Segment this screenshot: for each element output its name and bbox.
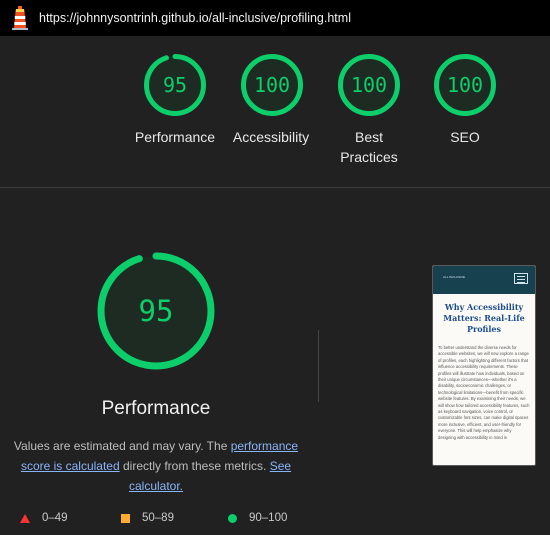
orange-square-icon <box>121 513 130 523</box>
performance-note: Values are estimated and may vary. The p… <box>8 436 304 496</box>
thumbnail-body-text: To better understand the diverse needs f… <box>438 345 530 440</box>
thumbnail-logo: ALL INCLUSIVE <box>443 275 465 279</box>
section-divider <box>0 187 550 188</box>
seo-gauge[interactable]: 100 <box>433 53 497 117</box>
performance-label: Performance <box>134 129 216 145</box>
hamburger-menu-icon <box>514 273 528 284</box>
best-practices-gauge[interactable]: 100 <box>337 53 401 117</box>
legend-fail-range: 0–49 <box>42 512 68 524</box>
accessibility-label: Accessibility <box>232 129 310 145</box>
legend-fail: 0–49 <box>20 512 68 524</box>
legend-average: 50–89 <box>121 512 174 524</box>
legend-average-range: 50–89 <box>142 512 174 524</box>
vertical-divider <box>318 330 319 402</box>
legend-pass-range: 90–100 <box>249 512 288 524</box>
green-circle-icon <box>228 513 237 523</box>
score-legend: 0–49 50–89 90–100 <box>0 512 320 530</box>
lighthouse-icon <box>12 6 28 30</box>
performance-gauge[interactable]: 95 <box>143 53 207 117</box>
thumbnail-header: ALL INCLUSIVE <box>433 266 535 294</box>
performance-large-gauge: 95 <box>97 252 215 370</box>
performance-title: Performance <box>101 398 211 419</box>
address-bar: https://johnnysontrinh.github.io/all-inc… <box>0 0 550 36</box>
performance-large-score: 95 <box>139 294 174 328</box>
red-triangle-icon <box>20 513 30 523</box>
best-practices-score: 100 <box>351 73 387 97</box>
thumbnail-heading: Why Accessibility Matters: Real-Life Pro… <box>443 302 525 334</box>
page-url[interactable]: https://johnnysontrinh.github.io/all-inc… <box>39 11 351 25</box>
note-text-middle: directly from these metrics. <box>119 459 270 473</box>
accessibility-gauge[interactable]: 100 <box>240 53 304 117</box>
best-practices-label: Best Practices <box>340 129 398 165</box>
performance-score: 95 <box>163 73 187 97</box>
page-screenshot-thumbnail[interactable]: ALL INCLUSIVE Why Accessibility Matters:… <box>432 265 536 466</box>
accessibility-score: 100 <box>254 73 290 97</box>
seo-label: SEO <box>450 129 480 145</box>
note-text: Values are estimated and may vary. The <box>13 439 231 453</box>
seo-score: 100 <box>447 73 483 97</box>
legend-pass: 90–100 <box>228 512 287 524</box>
